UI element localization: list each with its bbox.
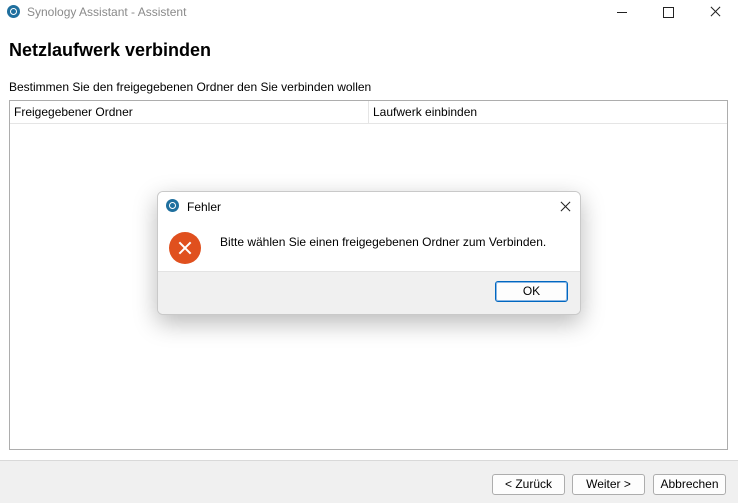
window-titlebar: Synology Assistant - Assistent <box>0 0 738 24</box>
maximize-icon[interactable] <box>645 0 691 24</box>
column-header-shared-folder[interactable]: Freigegebener Ordner <box>14 105 133 119</box>
window-title: Synology Assistant - Assistent <box>27 5 187 19</box>
dialog-footer: OK <box>158 271 580 314</box>
cancel-button[interactable]: Abbrechen <box>653 474 726 495</box>
dialog-titlebar: Fehler <box>158 192 580 220</box>
close-icon[interactable] <box>692 0 738 24</box>
list-header: Freigegebener Ordner Laufwerk einbinden <box>10 101 727 124</box>
column-divider[interactable] <box>368 101 369 123</box>
back-button[interactable]: < Zurück <box>492 474 565 495</box>
instruction-text: Bestimmen Sie den freigegebenen Ordner d… <box>9 80 372 94</box>
dialog-body: Bitte wählen Sie einen freigegebenen Ord… <box>158 220 580 271</box>
ok-button[interactable]: OK <box>495 281 568 302</box>
error-icon <box>169 232 201 264</box>
minimize-icon[interactable] <box>599 0 645 24</box>
dialog-title: Fehler <box>187 200 222 214</box>
footer-divider <box>0 460 738 461</box>
column-header-mount-drive[interactable]: Laufwerk einbinden <box>373 105 477 119</box>
dialog-message: Bitte wählen Sie einen freigegebenen Ord… <box>220 235 547 249</box>
close-icon[interactable] <box>556 197 574 215</box>
page-title: Netzlaufwerk verbinden <box>9 40 212 60</box>
error-dialog: Fehler Bitte wählen Sie einen freigegebe… <box>157 191 581 315</box>
synology-assistant-icon <box>7 5 20 18</box>
synology-assistant-icon <box>166 199 179 212</box>
next-button[interactable]: Weiter > <box>572 474 645 495</box>
